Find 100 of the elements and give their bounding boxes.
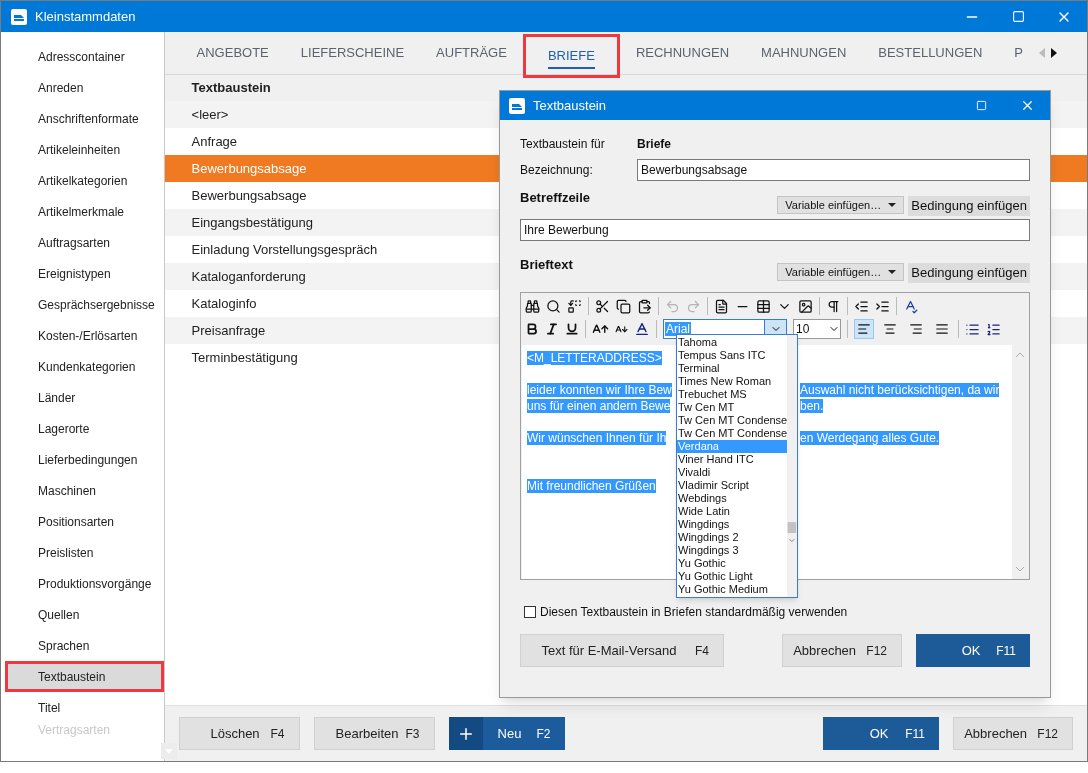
italic-icon[interactable]: [545, 322, 559, 336]
tab[interactable]: MAHNUNGEN: [745, 32, 863, 74]
tab[interactable]: P: [998, 32, 1039, 74]
tab[interactable]: LIEFERSCHEINE: [284, 32, 421, 74]
sidebar-item[interactable]: Artikelkategorien: [1, 165, 164, 196]
sidebar-item[interactable]: Quellen: [1, 599, 164, 630]
size-combobox[interactable]: 10: [793, 319, 841, 339]
maximize-icon[interactable]: [975, 100, 987, 111]
font-option[interactable]: Tw Cen MT Condense: [677, 414, 788, 427]
font-option[interactable]: Times New Roman: [677, 375, 788, 388]
sidebar-item[interactable]: Adresscontainer: [1, 41, 164, 72]
table-icon[interactable]: [756, 298, 771, 314]
action-button[interactable]: OK F11: [916, 634, 1030, 667]
bold-icon[interactable]: [525, 322, 539, 336]
sidebar-item[interactable]: Ereignistypen: [1, 258, 164, 289]
font-list[interactable]: [676, 334, 798, 598]
align-left-icon[interactable]: [854, 319, 874, 339]
variable-dropdown[interactable]: Variable einfügen…: [777, 263, 905, 281]
tab[interactable]: ANGEBOTE: [180, 32, 285, 74]
caret-icon: [888, 203, 897, 207]
spellcheck-icon[interactable]: [903, 298, 918, 314]
page-icon[interactable]: [714, 298, 729, 314]
font-option[interactable]: Terminal: [677, 362, 788, 375]
pilcrow-icon[interactable]: [826, 298, 841, 314]
font-option[interactable]: Vladimir Script: [677, 479, 788, 492]
font-option[interactable]: Wingdings: [677, 518, 788, 531]
font-option[interactable]: Viner Hand ITC: [677, 453, 788, 466]
caret-icon: [888, 270, 897, 274]
font-option[interactable]: Tw Cen MT Condense: [677, 427, 788, 440]
font-option[interactable]: Yu Gothic Medium: [677, 583, 788, 596]
action-button[interactable]: Bearbeiten F3: [313, 717, 435, 750]
tab[interactable]: RECHNUNGEN: [619, 32, 746, 74]
field-label: Bezeichnung:: [520, 162, 594, 179]
font-option[interactable]: Tempus Sans ITC: [677, 349, 788, 362]
scroll-right-icon[interactable]: [1051, 48, 1057, 58]
sidebar-item[interactable]: Artikeleinheiten: [1, 134, 164, 165]
sidebar-item[interactable]: Gesprächsergebnisse: [1, 289, 164, 320]
paste-icon[interactable]: [637, 298, 652, 314]
action-button[interactable]: Löschen F4: [178, 717, 300, 750]
numbered-list-icon[interactable]: [986, 321, 1001, 337]
font-option[interactable]: Vivaldi: [677, 466, 788, 479]
condition-button[interactable]: Bedingung einfügen: [908, 263, 1030, 283]
action-button[interactable]: OK F11: [823, 717, 939, 750]
font-option[interactable]: Tahoma: [677, 336, 788, 349]
field-value: Briefe: [637, 136, 671, 153]
column-header: Textbaustein: [190, 79, 272, 98]
sidebar-item[interactable]: Länder: [1, 382, 164, 413]
sidebar-item[interactable]: Maschinen: [1, 475, 164, 506]
font-option[interactable]: Wide Latin: [677, 505, 788, 518]
copy-icon[interactable]: [616, 298, 631, 314]
tab[interactable]: AUFTRÄGE: [420, 32, 523, 74]
cut-icon[interactable]: [595, 298, 610, 314]
font-color-icon[interactable]: [634, 321, 650, 337]
sidebar-item[interactable]: Textbaustein: [5, 661, 164, 692]
sidebar-item[interactable]: Kosten-/Erlösarten: [1, 320, 164, 351]
checkbox-label: Diesen Textbaustein in Briefen standardmäßig verwenden: [540, 604, 848, 621]
sidebar-item[interactable]: Preislisten: [1, 537, 164, 568]
binoculars-icon[interactable]: [525, 298, 540, 314]
section-heading: Brieftext: [520, 256, 573, 274]
sidebar-item[interactable]: Kundenkategorien: [1, 351, 164, 382]
checkbox[interactable]: [524, 606, 536, 618]
font-option[interactable]: Yu Gothic: [677, 557, 788, 570]
find-next-icon[interactable]: [546, 298, 561, 314]
font-option[interactable]: Tw Cen MT: [677, 401, 788, 414]
letter-text: uns für einen andern Bewe: [527, 399, 671, 413]
sidebar-item[interactable]: Titel: [1, 692, 164, 723]
font-option[interactable]: Trebuchet MS: [677, 388, 788, 401]
tab[interactable]: BRIEFE: [522, 34, 620, 78]
indent-icon[interactable]: [875, 298, 890, 314]
sidebar-item[interactable]: Lieferbedingungen: [1, 444, 164, 475]
variable-dropdown[interactable]: Variable einfügen…: [777, 196, 905, 214]
sidebar-item[interactable]: Anreden: [1, 72, 164, 103]
letter-text: leider konnten wir Ihre Bew: [527, 383, 672, 397]
name-field[interactable]: Bewerbungsabsage: [637, 159, 1030, 181]
image-icon[interactable]: [798, 298, 813, 314]
condition-button[interactable]: Bedingung einfügen: [908, 196, 1030, 216]
sidebar-item[interactable]: Auftragsarten: [1, 227, 164, 258]
letter-text: ben.: [800, 399, 824, 413]
font-option[interactable]: Webdings: [677, 492, 788, 505]
new-button[interactable]: Neu F2: [448, 717, 565, 750]
maximize-icon[interactable]: [1011, 10, 1025, 23]
action-button[interactable]: Abbrechen F12: [953, 717, 1073, 750]
sidebar-item[interactable]: Positionsarten: [1, 506, 164, 537]
sidebar-item[interactable]: Anschriftenformate: [1, 103, 164, 134]
sidebar-item[interactable]: Produktionsvorgänge: [1, 568, 164, 599]
letter-text: Mit freundlichen Grüßen: [527, 479, 656, 493]
font-option[interactable]: Wingdings 2: [677, 531, 788, 544]
font-option[interactable]: Wingdings 3: [677, 544, 788, 557]
subject-field[interactable]: Ihre Bewerbung: [520, 219, 1030, 241]
tab[interactable]: BESTELLUNGEN: [862, 32, 999, 74]
sidebar-item[interactable]: Artikelmerkmale: [1, 196, 164, 227]
font-option[interactable]: Yu Gothic Light: [677, 570, 788, 583]
underline-icon[interactable]: [565, 322, 579, 336]
sidebar-item[interactable]: Lagerorte: [1, 413, 164, 444]
action-button[interactable]: Abbrechen F12: [782, 634, 902, 667]
outdent-icon[interactable]: [854, 298, 869, 314]
bullet-list-icon[interactable]: [965, 321, 980, 337]
sidebar-item[interactable]: Sprachen: [1, 630, 164, 661]
action-button[interactable]: Text für E-Mail-Versand F4: [520, 634, 724, 667]
app-icon: [11, 8, 27, 25]
